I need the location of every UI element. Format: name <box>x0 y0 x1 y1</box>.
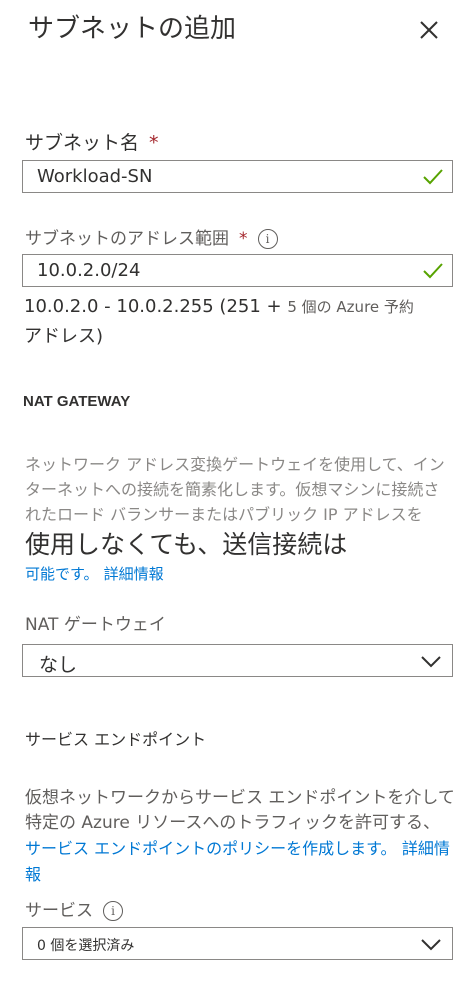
nat-gateway-dropdown[interactable]: なし <box>22 644 453 677</box>
services-selected: 0 個を選択済み <box>37 938 135 954</box>
services-label-text: サービス <box>25 901 93 921</box>
nat-gateway-heading: NAT GATEWAY <box>23 393 131 410</box>
service-endpoints-description: 仮想ネットワークからサービス エンドポイントを介して特定の Azure リソース… <box>25 786 455 888</box>
services-label: サービス i <box>25 896 123 921</box>
address-range-summary-reserved: 5 個の Azure 予約 <box>287 298 414 316</box>
chevron-down-icon <box>421 656 441 668</box>
nat-learn-more-link[interactable]: 詳細情報 <box>104 565 164 583</box>
nat-gateway-label: NAT ゲートウェイ <box>25 615 166 635</box>
service-endpoint-policy-link[interactable]: サービス エンドポイントのポリシーを作成します。 <box>25 839 397 858</box>
subnet-name-input[interactable]: Workload-SN <box>22 160 453 193</box>
address-range-summary-tail: アドレス) <box>24 326 104 347</box>
address-range-summary: 10.0.2.0 - 10.0.2.255 (251 + 5 個の Azure … <box>24 292 444 352</box>
services-dropdown[interactable]: 0 個を選択済み <box>22 927 453 960</box>
service-endpoints-heading: サービス エンドポイント <box>25 730 207 749</box>
address-range-input[interactable]: 10.0.2.0/24 <box>22 254 453 287</box>
address-range-label: サブネットのアドレス範囲 * i <box>25 224 278 249</box>
nat-gateway-selected: なし <box>39 654 78 676</box>
chevron-down-icon <box>421 939 441 951</box>
checkmark-icon <box>423 169 443 185</box>
nat-description-end: 可能です。 <box>25 565 99 583</box>
checkmark-icon <box>423 263 443 279</box>
nat-gateway-description: ネットワーク アドレス変換ゲートウェイを使用して、インターネットへの接続を簡素化… <box>25 452 455 587</box>
info-icon[interactable]: i <box>257 229 278 249</box>
nat-description-large-text: 使用しなくても、送信接続は <box>25 530 348 559</box>
panel-title: サブネットの追加 <box>28 14 237 44</box>
info-icon[interactable]: i <box>103 901 123 921</box>
address-range-label-text: サブネットのアドレス範囲 <box>25 229 229 249</box>
address-range-value: 10.0.2.0/24 <box>37 260 141 281</box>
subnet-name-value: Workload-SN <box>37 166 153 187</box>
add-subnet-panel: サブネットの追加 サブネット名 * Workload-SN サブネットのアドレス範… <box>0 0 476 984</box>
subnet-name-label: サブネット名 * <box>25 128 159 155</box>
service-endpoints-description-text: 仮想ネットワークからサービス エンドポイントを介して特定の Azure リソース… <box>25 788 455 833</box>
close-icon[interactable] <box>414 14 444 44</box>
required-mark: * <box>149 132 159 154</box>
nat-description-text: ネットワーク アドレス変換ゲートウェイを使用して、インターネットへの接続を簡素化… <box>25 455 445 524</box>
subnet-name-label-text: サブネット名 <box>25 132 140 154</box>
required-mark: * <box>239 229 248 249</box>
address-range-summary-main: 10.0.2.0 - 10.0.2.255 (251 + <box>24 296 282 317</box>
